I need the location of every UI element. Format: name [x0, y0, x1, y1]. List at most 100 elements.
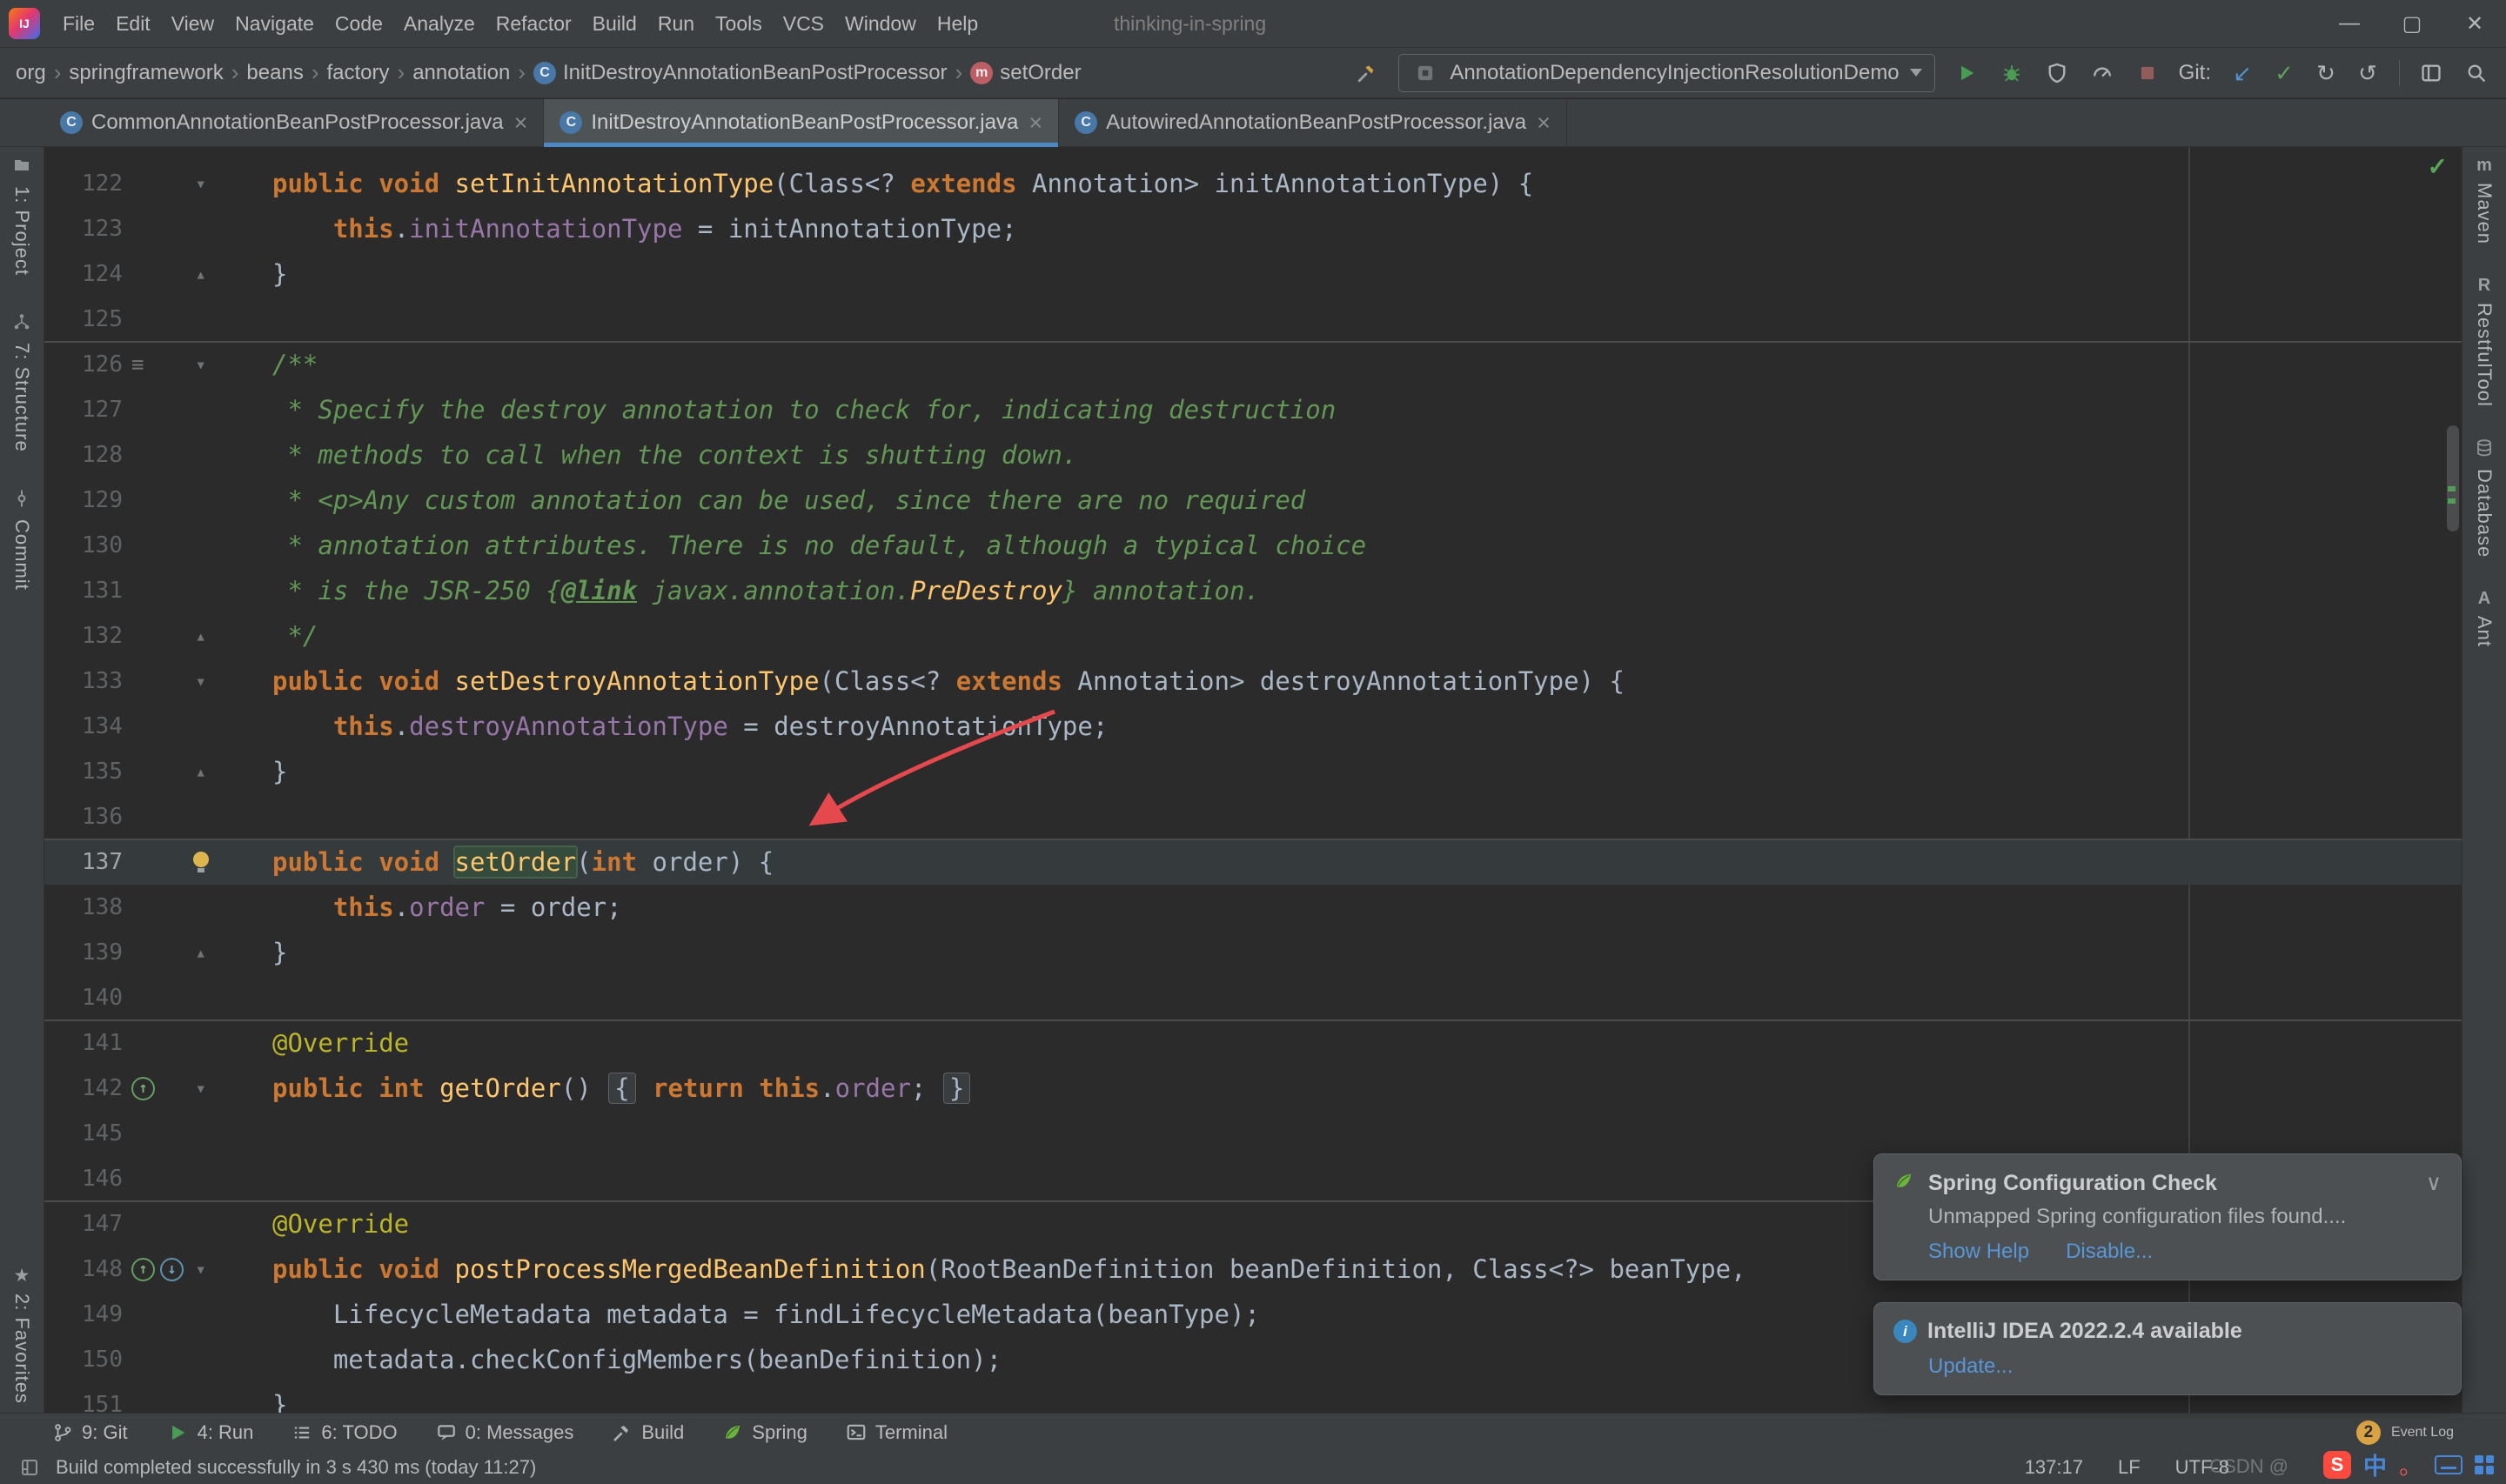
- profiler-icon[interactable]: [2088, 59, 2116, 87]
- tool-stripe-button-maven[interactable]: mMaven: [2473, 156, 2496, 244]
- close-button[interactable]: ✕: [2443, 0, 2506, 47]
- code-text[interactable]: public int getOrder() { return this.orde…: [220, 1073, 972, 1103]
- render-doc-icon[interactable]: ≡: [131, 354, 144, 375]
- code-text[interactable]: this.order = order;: [220, 892, 622, 922]
- editor-tab-autowiredannotationbeanpostprocessor-java[interactable]: CAutowiredAnnotationBeanPostProcessor.ja…: [1059, 99, 1567, 146]
- code-text[interactable]: */: [220, 621, 318, 651]
- menu-item-tools[interactable]: Tools: [705, 0, 773, 47]
- code-text[interactable]: public void setOrder(int order) {: [220, 847, 774, 877]
- caret-position-widget[interactable]: 137:17: [2025, 1456, 2083, 1479]
- run-icon[interactable]: [1953, 59, 1980, 87]
- code-text[interactable]: /**: [220, 350, 318, 379]
- fold-marker-icon[interactable]: ▾: [195, 175, 206, 193]
- tool-stripe-button-commit[interactable]: Commit: [10, 489, 33, 591]
- menu-item-analyze[interactable]: Analyze: [393, 0, 486, 47]
- menu-item-help[interactable]: Help: [927, 0, 988, 47]
- code-text[interactable]: this.initAnnotationType = initAnnotation…: [220, 214, 1017, 244]
- code-text[interactable]: * methods to call when the context is sh…: [220, 440, 1077, 470]
- fold-marker-icon[interactable]: ▾: [195, 1260, 206, 1279]
- rollback-icon[interactable]: ↺: [2354, 59, 2382, 87]
- code-text[interactable]: metadata.checkConfigMembers(beanDefiniti…: [220, 1345, 1002, 1374]
- menu-item-edit[interactable]: Edit: [105, 0, 161, 47]
- tool-stripe-button-7-structure[interactable]: 7: Structure: [10, 312, 33, 452]
- close-tab-icon[interactable]: ×: [514, 110, 528, 137]
- tool-stripe-button-1-project[interactable]: 1: Project: [10, 156, 33, 276]
- intention-bulb-icon[interactable]: [191, 852, 211, 872]
- menu-item-vcs[interactable]: VCS: [773, 0, 834, 47]
- menu-item-run[interactable]: Run: [647, 0, 705, 47]
- fold-marker-icon[interactable]: ▾: [195, 672, 206, 691]
- ime-language-toggle[interactable]: 中: [2363, 1447, 2387, 1481]
- code-text[interactable]: @Override: [220, 1028, 409, 1058]
- editor-scrollbar[interactable]: [2447, 425, 2459, 531]
- editor-tab-commonannotationbeanpostprocessor-java[interactable]: CCommonAnnotationBeanPostProcessor.java×: [44, 99, 544, 146]
- sogou-logo-icon[interactable]: S: [2323, 1451, 2351, 1479]
- editor-tab-initdestroyannotationbeanpostprocessor-java[interactable]: CInitDestroyAnnotationBeanPostProcessor.…: [544, 99, 1059, 146]
- code-text[interactable]: public void postProcessMergedBeanDefinit…: [220, 1254, 1746, 1284]
- menu-item-refactor[interactable]: Refactor: [486, 0, 582, 47]
- fold-marker-icon[interactable]: ▾: [195, 1080, 206, 1098]
- hammer-icon[interactable]: [1353, 59, 1381, 87]
- breadcrumb-org[interactable]: org: [16, 61, 46, 85]
- update-link[interactable]: Update...: [1928, 1354, 2013, 1379]
- commit-check-icon[interactable]: ✓: [2270, 59, 2298, 87]
- menu-item-window[interactable]: Window: [834, 0, 927, 47]
- code-text[interactable]: * annotation attributes. There is no def…: [220, 531, 1366, 560]
- breadcrumb-annotation[interactable]: annotation: [412, 61, 510, 85]
- event-log-widget[interactable]: 2 Event Log: [2356, 1420, 2454, 1445]
- coverage-icon[interactable]: [2043, 59, 2071, 87]
- close-tab-icon[interactable]: ×: [1537, 110, 1551, 137]
- tool-window-button-build[interactable]: Build: [612, 1421, 684, 1444]
- update-icon[interactable]: ↙: [2228, 59, 2256, 87]
- fold-marker-icon[interactable]: ▴: [195, 944, 206, 962]
- show-help-link[interactable]: Show Help: [1928, 1240, 2029, 1264]
- fold-marker-icon[interactable]: ▴: [195, 763, 206, 781]
- code-text[interactable]: * is the JSR-250 {@link javax.annotation…: [220, 576, 1260, 605]
- tool-window-button-6-todo[interactable]: 6: TODO: [291, 1421, 397, 1444]
- tool-stripe-button-ant[interactable]: AAnt: [2473, 589, 2496, 647]
- inspections-ok-icon[interactable]: ✓: [2428, 152, 2448, 181]
- menu-item-navigate[interactable]: Navigate: [224, 0, 325, 47]
- layout-icon[interactable]: [2417, 59, 2445, 87]
- stop-icon[interactable]: [2134, 59, 2161, 87]
- fold-marker-icon[interactable]: ▾: [195, 356, 206, 374]
- tool-window-button-4-run[interactable]: 4: Run: [166, 1421, 254, 1444]
- menu-item-view[interactable]: View: [161, 0, 224, 47]
- breadcrumb-beans[interactable]: beans: [246, 61, 303, 85]
- debug-icon[interactable]: [1998, 59, 2026, 87]
- code-text[interactable]: }: [220, 757, 287, 786]
- fold-marker-icon[interactable]: ▴: [195, 627, 206, 645]
- tool-window-button-terminal[interactable]: Terminal: [846, 1421, 948, 1444]
- override-method-icon[interactable]: ↑: [131, 1258, 155, 1281]
- chevron-collapse-icon[interactable]: ∨: [2426, 1170, 2442, 1196]
- breadcrumb-initdestroyannotationbeanpostprocessor[interactable]: CInitDestroyAnnotationBeanPostProcessor: [533, 61, 948, 85]
- history-icon[interactable]: ↻: [2312, 59, 2340, 87]
- overridden-method-icon[interactable]: ↓: [160, 1258, 184, 1281]
- fold-marker-icon[interactable]: ▴: [195, 265, 206, 284]
- keyboard-icon[interactable]: [2435, 1455, 2462, 1474]
- menu-item-build[interactable]: Build: [582, 0, 647, 47]
- disable-link[interactable]: Disable...: [2066, 1240, 2153, 1264]
- code-text[interactable]: * <p>Any custom annotation can be used, …: [220, 485, 1305, 515]
- minimize-button[interactable]: —: [2318, 0, 2381, 47]
- code-text[interactable]: public void setInitAnnotationType(Class<…: [220, 169, 1533, 198]
- ime-punctuation-toggle[interactable]: 。: [2399, 1447, 2422, 1481]
- menu-item-code[interactable]: Code: [325, 0, 393, 47]
- code-text[interactable]: }: [220, 259, 287, 289]
- code-text[interactable]: }: [220, 1390, 287, 1413]
- app-icon[interactable]: [1411, 59, 1439, 87]
- tool-windows-toggle-icon[interactable]: [16, 1454, 44, 1481]
- ime-grid-icon[interactable]: [2475, 1455, 2494, 1474]
- menu-item-file[interactable]: File: [52, 0, 105, 47]
- tool-stripe-button-2-favorites[interactable]: ★2: Favorites: [10, 1265, 33, 1404]
- code-text[interactable]: @Override: [220, 1209, 409, 1239]
- line-separator-widget[interactable]: LF: [2118, 1456, 2141, 1479]
- tool-window-button-9-git[interactable]: 9: Git: [52, 1421, 128, 1444]
- search-icon[interactable]: [2462, 59, 2490, 87]
- tool-stripe-button-database[interactable]: Database: [2473, 438, 2496, 558]
- tool-stripe-button-restfultool[interactable]: RRestfulTool: [2473, 276, 2496, 407]
- run-configuration-select[interactable]: AnnotationDependencyInjectionResolutionD…: [1398, 54, 1934, 92]
- breadcrumb-springframework[interactable]: springframework: [69, 61, 223, 85]
- code-text[interactable]: * Specify the destroy annotation to chec…: [220, 395, 1336, 424]
- code-text[interactable]: }: [220, 938, 287, 967]
